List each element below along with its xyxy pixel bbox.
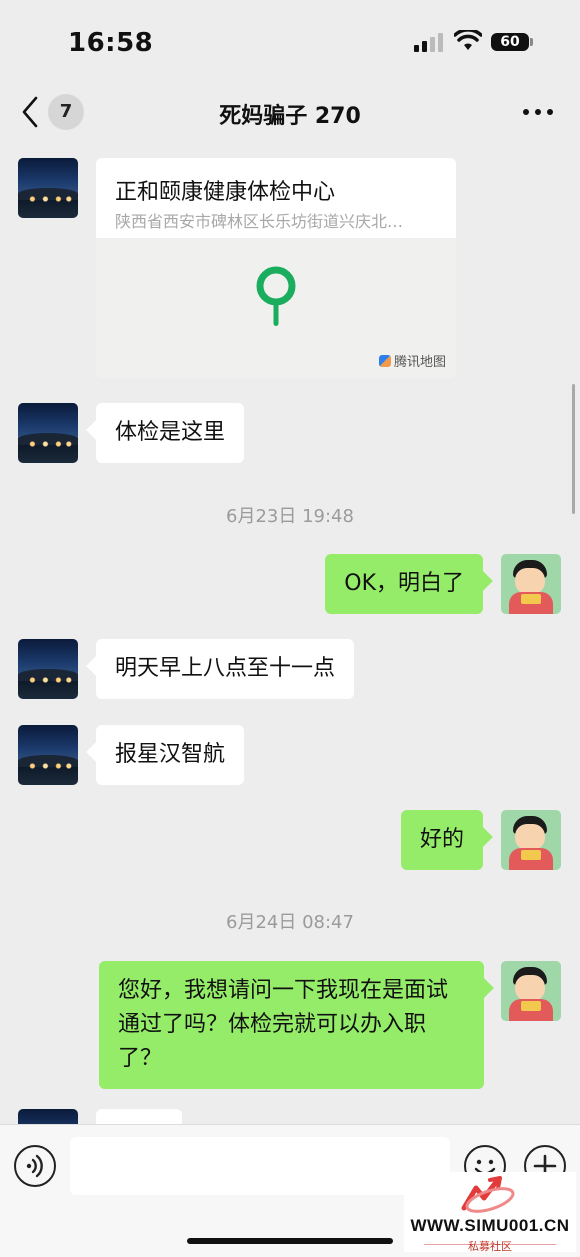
location-title: 正和颐康健康体检中心 [115,180,336,205]
chat-message-list[interactable]: 正和颐康健康体检中心 陕西省西安市碑林区长乐坊街道兴庆北… 腾讯地图 体检是这里… [0,144,580,1124]
page-title: 死妈骗子 270 [219,104,361,129]
my-avatar[interactable] [501,810,561,870]
battery-icon: 60 [491,33,529,51]
incoming-message-bubble[interactable] [96,1109,182,1124]
contact-avatar[interactable] [18,1109,78,1124]
more-dots-icon[interactable] [520,102,556,122]
message-input[interactable] [70,1137,450,1195]
outgoing-message-bubble[interactable]: 好的 [400,810,483,870]
tencent-map-logo-icon [378,355,391,367]
voice-input-button[interactable] [14,1145,56,1187]
incoming-message-bubble[interactable]: 体检是这里 [96,403,245,463]
wifi-icon [454,30,482,50]
location-map-preview: 腾讯地图 [96,238,456,378]
contact-avatar[interactable] [18,158,78,218]
location-address: 陕西省西安市碑林区长乐坊街道兴庆北… [115,212,404,231]
outgoing-message-bubble[interactable]: 您好，我想请问一下我现在是面试通过了吗？体检完就可以办入职了？ [99,961,484,1089]
incoming-message-bubble[interactable]: 明天早上八点至十一点 [96,639,355,699]
cellular-signal-icon [414,33,443,52]
map-pin-icon [256,266,296,326]
home-indicator [187,1238,393,1244]
my-avatar[interactable] [501,961,561,1021]
voice-icon [26,1154,43,1178]
watermark-subtitle: 私募社区 [468,1240,512,1253]
status-bar: 16:58 60 [0,0,580,80]
contact-avatar[interactable] [18,725,78,785]
nav-bar: 7 死妈骗子 270 [0,80,580,144]
watermark: WWW.SIMU001.CN 私募社区 [404,1172,576,1253]
my-avatar[interactable] [501,554,561,614]
contact-avatar[interactable] [18,639,78,699]
message-timestamp: 6月24日 08:47 [226,912,354,933]
status-time: 16:58 [68,28,154,58]
outgoing-message-bubble[interactable]: OK，明白了 [325,554,483,614]
scroll-indicator[interactable] [572,384,575,514]
contact-avatar[interactable] [18,403,78,463]
watermark-logo-icon [461,1176,515,1213]
map-credit: 腾讯地图 [378,351,446,370]
watermark-site: WWW.SIMU001.CN [410,1216,570,1235]
incoming-message-bubble[interactable]: 报星汉智航 [96,725,245,785]
location-message-card[interactable]: 正和颐康健康体检中心 陕西省西安市碑林区长乐坊街道兴庆北… 腾讯地图 [96,158,456,378]
message-timestamp: 6月23日 19:48 [226,506,354,527]
battery-tip [530,38,533,46]
